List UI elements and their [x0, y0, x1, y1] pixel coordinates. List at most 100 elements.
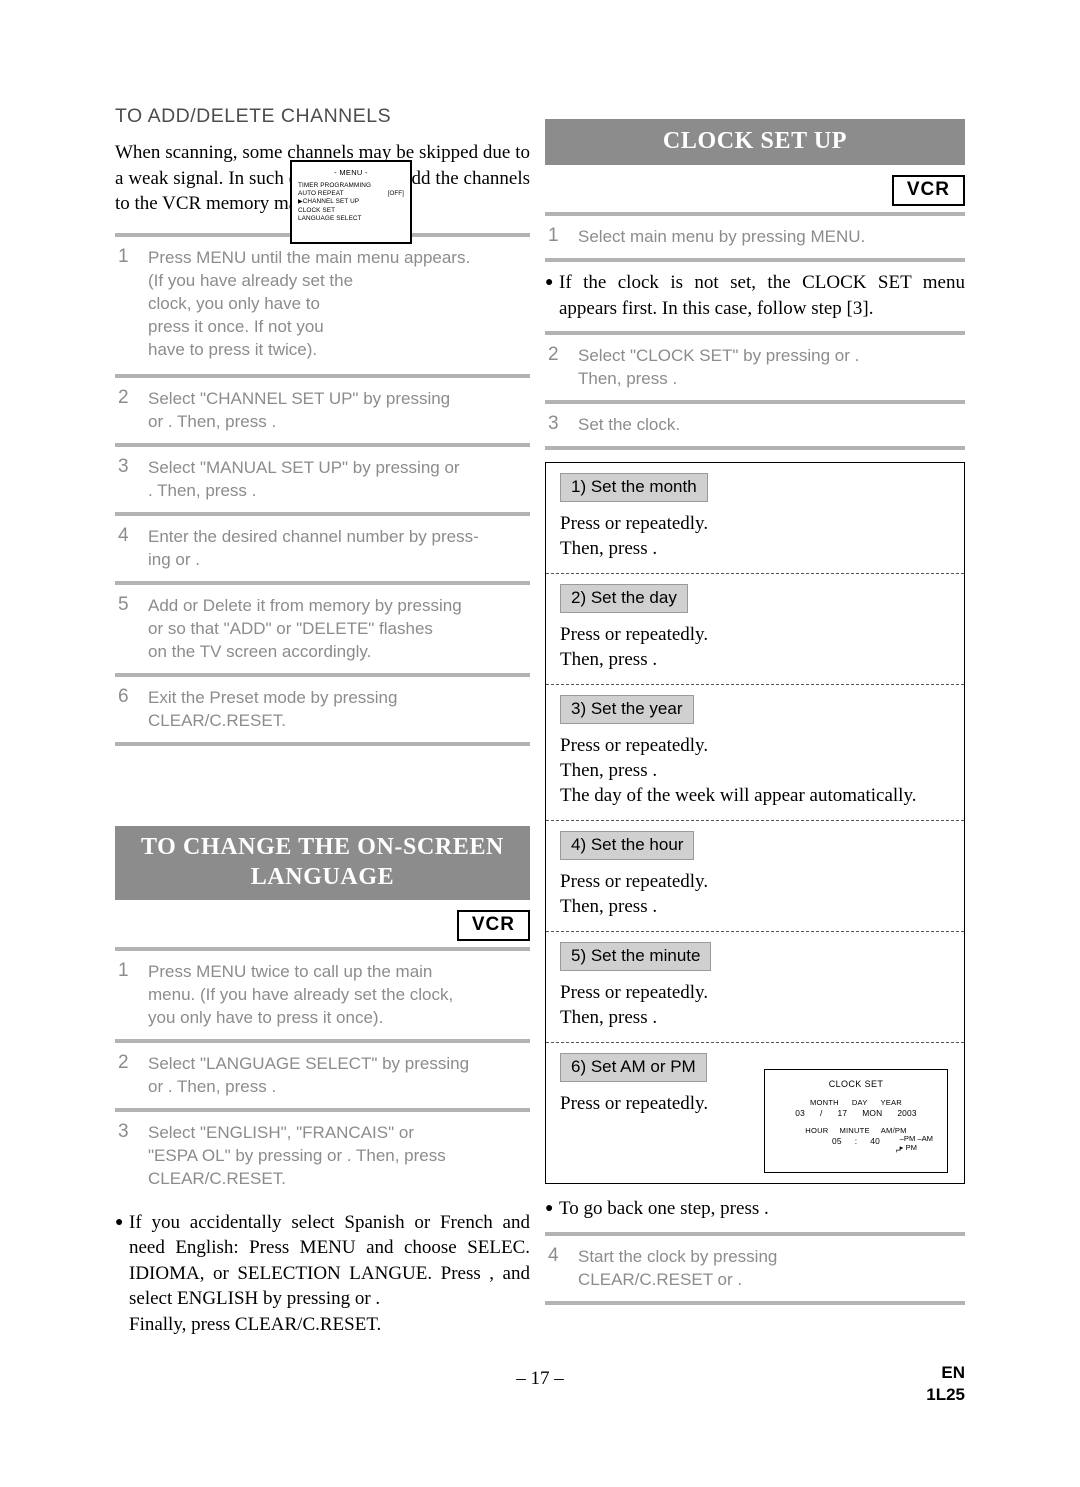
- clock-substep-line: Press or repeatedly.: [560, 982, 709, 1003]
- step-number: 3: [118, 455, 129, 477]
- clock-set-procedure-box: 1) Set the month Press or repeatedly. Th…: [545, 462, 965, 1184]
- menu-graphic-item: CLOCK SET: [298, 207, 410, 215]
- menu-graphic-item: LANGUAGE SELECT: [298, 215, 410, 223]
- step-line: Press MENU twice to call up the main: [148, 961, 433, 981]
- clock-substep-line: Press or repeatedly.: [560, 735, 709, 756]
- clock-panel-pm-selected: PM: [905, 1143, 917, 1152]
- clock-substep-label: 5) Set the minute: [560, 942, 712, 971]
- step-line: Then, press .: [578, 369, 678, 388]
- page-number: – 17 –: [516, 1368, 564, 1389]
- step-text: Select "MANUAL SET UP" by pressing or . …: [148, 456, 460, 502]
- menu-item-label: CLOCK SET: [298, 206, 336, 214]
- step-line: Exit the Preset mode by pressing: [148, 687, 398, 707]
- step-text: Select "ENGLISH", "FRANCAIS" or "ESPA OL…: [148, 1121, 446, 1190]
- clock-panel-value-month: 03: [795, 1108, 805, 1118]
- step-number: 2: [118, 386, 129, 408]
- note-bullet-language: ● If you accidentally select Spanish or …: [115, 1210, 530, 1312]
- step-line: clock, you only have to: [148, 293, 320, 313]
- menu-graphic-item: TIMER PROGRAMMING: [298, 182, 410, 190]
- step-line: Select "CLOCK SET" by pressing or .: [578, 346, 860, 365]
- clock-substep-line: Then, press .: [560, 649, 658, 670]
- vcr-badge: VCR: [891, 175, 965, 206]
- clock-panel-value-day: 17: [837, 1108, 848, 1118]
- step-number: 3: [548, 413, 559, 434]
- menu-graphic-item: [OFF] AUTO REPEAT: [298, 190, 410, 198]
- step-item: 1 Press MENU twice to call up the main m…: [115, 951, 530, 1039]
- step-line: (If you have already set the: [148, 270, 354, 290]
- footer-doc-code: 1L25: [926, 1385, 965, 1404]
- clock-substep-line: Then, press .: [560, 1007, 658, 1028]
- menu-graphic-item-selected: ▶CHANNEL SET UP: [298, 198, 410, 206]
- step-text: Select main menu by pressing MENU.: [578, 227, 866, 246]
- step-item: 5 Add or Delete it from memory by pressi…: [115, 585, 530, 673]
- vcr-badge: VCR: [456, 909, 530, 941]
- clock-substep-label: 6) Set AM or PM: [560, 1053, 707, 1082]
- clock-panel-header: YEAR: [880, 1098, 902, 1107]
- section-title-line2: LANGUAGE: [250, 863, 395, 890]
- clock-panel-headers-top: MONTH DAY YEAR: [765, 1098, 947, 1107]
- clock-substep-text: Press or repeatedly. Then, press .: [560, 511, 950, 561]
- bullet-dot-icon: ●: [545, 275, 554, 290]
- step-number: 4: [548, 1244, 559, 1266]
- left-column: TO ADD/DELETE CHANNELS When scanning, so…: [115, 105, 530, 1337]
- clock-substep: 4) Set the hour Press or repeatedly. The…: [546, 821, 964, 932]
- step-line: ing or .: [148, 549, 200, 569]
- menu-item-label: AUTO REPEAT: [298, 190, 344, 198]
- step-item: 3 Select "ENGLISH", "FRANCAIS" or "ESPA …: [115, 1112, 530, 1200]
- clock-substep-line: The day of the week will appear automati…: [560, 785, 917, 806]
- step-line: Select "MANUAL SET UP" by pressing or: [148, 457, 460, 477]
- clock-panel-am-label: AM: [921, 1134, 933, 1143]
- note-bullet-clock: ● If the clock is not set, the CLOCK SET…: [545, 270, 965, 321]
- clock-panel-separator: :: [854, 1136, 858, 1146]
- clock-substep-text: Press or repeatedly. Then, press .: [560, 622, 950, 672]
- step-line: you only have to press it once).: [148, 1007, 384, 1027]
- step-line: Select "ENGLISH", "FRANCAIS" or: [148, 1122, 414, 1142]
- menu-graphic-title: - MENU -: [334, 168, 368, 177]
- step-item: 2 Select "LANGUAGE SELECT" by pressing o…: [115, 1043, 530, 1108]
- clock-set-display-graphic: CLOCK SET MONTH DAY YEAR 03 / 17 MON 200…: [764, 1069, 948, 1173]
- clock-panel-caret-icon: ⌐: [895, 1145, 901, 1155]
- step-number: 1: [548, 225, 559, 246]
- clock-substep-text: Press or repeatedly. Then, press .: [560, 869, 950, 919]
- clock-substep-label: 3) Set the year: [560, 695, 694, 724]
- clock-substep-line: Then, press .: [560, 538, 658, 559]
- clock-panel-header: HOUR: [805, 1126, 829, 1135]
- clock-panel-header: MONTH: [810, 1098, 839, 1107]
- step-line: "ESPA OL" by pressing or . Then, press: [148, 1145, 446, 1165]
- clock-panel-value-minute: 40: [870, 1136, 880, 1146]
- note-text: If the clock is not set, the CLOCK SET m…: [559, 272, 965, 319]
- step-line: have to press it twice).: [148, 339, 318, 359]
- step-number: 6: [118, 685, 129, 707]
- note-text: To go back one step, press .: [559, 1198, 769, 1219]
- clock-substep: 6) Set AM or PM Press or repeatedly. CLO…: [546, 1043, 964, 1183]
- vcr-badge-row-left: VCR: [115, 909, 530, 941]
- manual-page: TO ADD/DELETE CHANNELS When scanning, so…: [0, 0, 1080, 1487]
- step-number: 3: [118, 1120, 129, 1142]
- step-line: CLEAR/C.RESET or .: [578, 1269, 743, 1289]
- clock-substep: 1) Set the month Press or repeatedly. Th…: [546, 463, 964, 574]
- clock-panel-value-year: 2003: [897, 1108, 917, 1118]
- bullet-dot-icon: ●: [115, 1214, 124, 1230]
- step-item: 2 Select "CHANNEL SET UP" by pressing or…: [115, 378, 530, 443]
- step-number: 1: [118, 959, 129, 981]
- clock-substep: 3) Set the year Press or repeatedly. The…: [546, 685, 964, 821]
- step-line: or . Then, press .: [148, 1076, 277, 1096]
- menu-graphic-list: TIMER PROGRAMMING [OFF] AUTO REPEAT ▶CHAN…: [298, 182, 410, 223]
- step-line: Press MENU until the main menu appears.: [148, 247, 471, 267]
- step-number: 1: [118, 245, 129, 267]
- step-item: 4 Start the clock by pressing CLEAR/C.RE…: [545, 1236, 965, 1301]
- footer-code-block: EN 1L25: [926, 1362, 965, 1406]
- clock-panel-title: CLOCK SET: [828, 1079, 884, 1089]
- clock-panel-pm-label: PM: [903, 1134, 916, 1143]
- clock-substep-line: Press or repeatedly.: [560, 871, 709, 892]
- step-text: Select "LANGUAGE SELECT" by pressing or …: [148, 1052, 469, 1098]
- note-bullet-go-back: ● To go back one step, press .: [545, 1196, 965, 1222]
- clock-substep: 5) Set the minute Press or repeatedly. T…: [546, 932, 964, 1043]
- step-line: Add or Delete it from memory by pressing: [148, 595, 462, 615]
- section-title-change-language: TO CHANGE THE ON-SCREEN LANGUAGE: [115, 825, 530, 900]
- clock-panel-ampm: –PM –AM ▸ PM: [899, 1134, 933, 1152]
- step-item: 1 Press MENU until the main menu appears…: [115, 237, 530, 374]
- menu-item-value: [OFF]: [387, 190, 404, 198]
- step-item: 6 Exit the Preset mode by pressing CLEAR…: [115, 677, 530, 742]
- step-text: Press MENU twice to call up the main men…: [148, 960, 453, 1029]
